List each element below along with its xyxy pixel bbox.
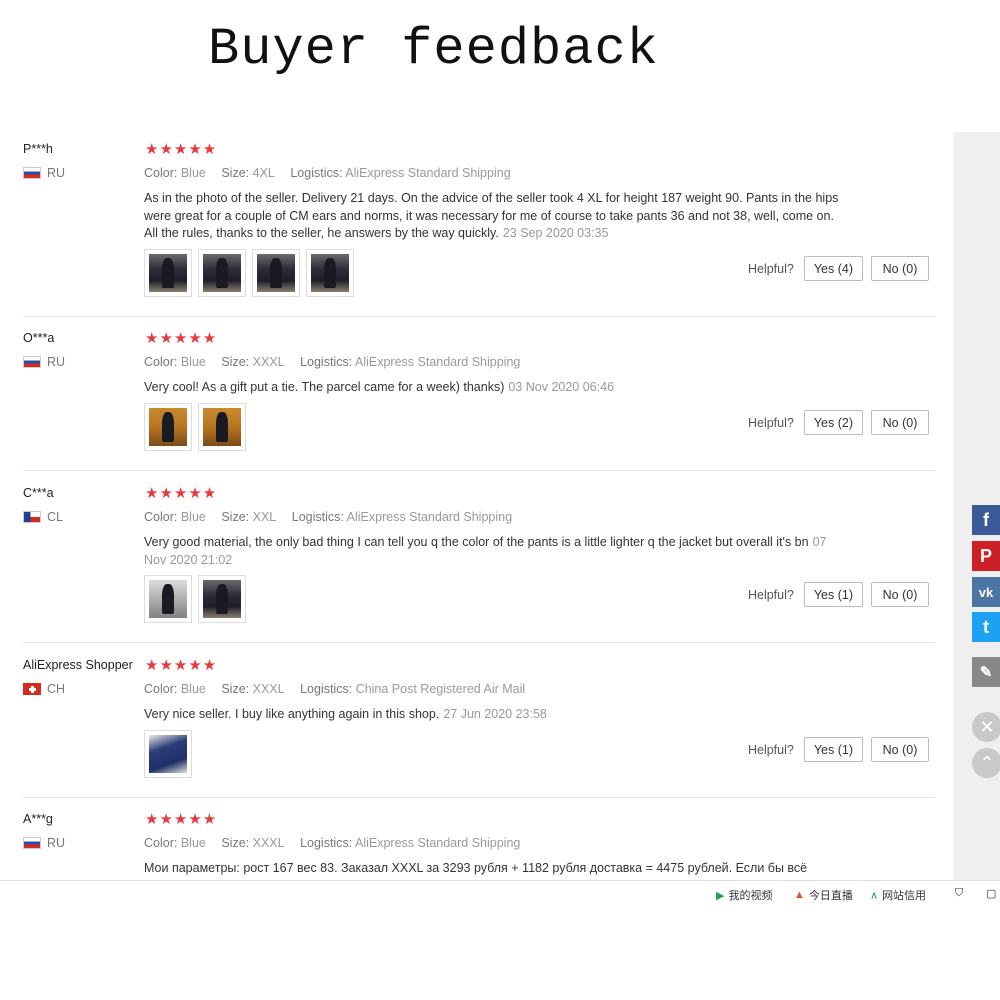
review-photos: [144, 403, 246, 451]
review-item: A***g RU ★★★★★ Color: Blue Size: XXXL Lo…: [0, 812, 935, 880]
review-item: O***a RU ★★★★★ Color: Blue Size: XXXL Lo…: [0, 331, 935, 471]
star-rating: ★★★★★: [145, 812, 218, 828]
shield-icon[interactable]: ⛉: [955, 887, 963, 900]
review-photo-thumbnail[interactable]: [144, 730, 192, 778]
helpful-yes-button[interactable]: Yes (2): [803, 410, 863, 435]
review-photo-thumbnail[interactable]: [306, 249, 354, 297]
reviewer-country: CL: [23, 510, 63, 524]
reviewer-country: RU: [23, 836, 65, 850]
helpful-no-button[interactable]: No (0): [871, 256, 929, 281]
review-text: Мои параметры: рост 167 вес 83. Заказал …: [144, 861, 808, 875]
reviewer-name: A***g: [23, 812, 53, 826]
review-photos: [144, 249, 354, 297]
edit-icon[interactable]: ✎: [972, 657, 1000, 687]
review-text: Very good material, the only bad thing I…: [144, 535, 827, 567]
credit-shortcut[interactable]: ∧ 网站信用: [870, 887, 926, 903]
divider: [23, 642, 935, 643]
divider: [23, 797, 935, 798]
review-date: 23 Sep 2020 03:35: [502, 226, 609, 240]
review-photo-thumbnail[interactable]: [198, 249, 246, 297]
credit-icon: ∧: [870, 889, 879, 902]
facebook-share-icon[interactable]: f: [972, 505, 1000, 535]
close-icon[interactable]: ✕: [972, 712, 1000, 742]
scroll-top-icon[interactable]: ⌃: [972, 748, 1000, 778]
pinterest-share-icon[interactable]: P: [972, 541, 1000, 571]
page-title: Buyer feedback: [208, 20, 659, 79]
order-attributes: Color: Blue Size: XXXL Logistics: China …: [144, 682, 526, 696]
review-text: Very nice seller. I buy like anything ag…: [144, 707, 547, 721]
star-rating: ★★★★★: [145, 657, 218, 674]
helpful-yes-button[interactable]: Yes (1): [803, 737, 863, 762]
flag-ru-icon: [23, 837, 41, 849]
divider: [23, 316, 935, 317]
helpful-yes-button[interactable]: Yes (1): [803, 582, 863, 607]
helpful-label: Helpful?: [747, 415, 794, 430]
order-attributes: Color: Blue Size: XXL Logistics: AliExpr…: [144, 510, 513, 524]
helpful-no-button[interactable]: No (0): [871, 737, 929, 762]
reviewer-country: RU: [23, 355, 65, 369]
star-rating: ★★★★★: [145, 330, 218, 347]
reviewer-country: RU: [23, 166, 65, 180]
helpful-label: Helpful?: [747, 742, 794, 757]
review-date: 27 Jun 2020 23:58: [443, 707, 547, 721]
review-item: AliExpress Shopper CH ★★★★★ Color: Blue …: [0, 658, 935, 798]
reviewer-name: O***a: [23, 331, 55, 345]
review-item: P***h RU ★★★★★ Color: Blue Size: 4XL Log…: [0, 142, 935, 317]
helpful-label: Helpful?: [747, 261, 794, 276]
review-photo-thumbnail[interactable]: [252, 249, 300, 297]
helpful-yes-button[interactable]: Yes (4): [803, 256, 863, 281]
review-photo-thumbnail[interactable]: [144, 403, 192, 451]
reviewer-name: AliExpress Shopper: [23, 658, 133, 672]
play-icon: ▶: [716, 889, 725, 902]
helpful-label: Helpful?: [747, 587, 794, 602]
order-attributes: Color: Blue Size: XXXL Logistics: AliExp…: [144, 836, 521, 850]
flag-ch-icon: [23, 683, 41, 695]
live-shortcut[interactable]: ▲ 今日直播: [794, 887, 853, 903]
review-item: C***a CL ★★★★★ Color: Blue Size: XXL Log…: [0, 486, 935, 643]
video-shortcut[interactable]: ▶ 我的视频: [716, 887, 772, 903]
window-icon[interactable]: ▢: [986, 887, 996, 900]
order-attributes: Color: Blue Size: XXXL Logistics: AliExp…: [144, 355, 521, 369]
flag-cl-icon: [23, 511, 41, 523]
helpful-vote: Helpful? Yes (1) No (0): [748, 737, 929, 762]
helpful-vote: Helpful? Yes (2) No (0): [748, 410, 929, 435]
reviewer-country: CH: [23, 682, 65, 696]
review-photo-thumbnail[interactable]: [144, 575, 192, 623]
review-photo-thumbnail[interactable]: [144, 249, 192, 297]
reviewer-name: P***h: [23, 142, 53, 156]
review-date: 03 Nov 2020 06:46: [508, 380, 615, 394]
helpful-vote: Helpful? Yes (4) No (0): [748, 256, 929, 281]
flag-ru-icon: [23, 356, 41, 368]
review-photo-thumbnail[interactable]: [198, 403, 246, 451]
star-rating: ★★★★★: [145, 485, 218, 502]
review-text: Very cool! As a gift put a tie. The parc…: [144, 380, 615, 394]
helpful-no-button[interactable]: No (0): [871, 582, 929, 607]
review-photos: [144, 730, 192, 778]
live-icon: ▲: [794, 889, 805, 901]
review-photo-thumbnail[interactable]: [198, 575, 246, 623]
review-text: As in the photo of the seller. Delivery …: [144, 191, 839, 240]
bottom-toolbar: ▶ 我的视频 ▲ 今日直播 ∧ 网站信用 ⛉ ▢: [0, 880, 1000, 904]
reviewer-name: C***a: [23, 486, 54, 500]
order-attributes: Color: Blue Size: 4XL Logistics: AliExpr…: [144, 166, 511, 180]
helpful-vote: Helpful? Yes (1) No (0): [748, 582, 929, 607]
divider: [23, 470, 935, 471]
vk-share-icon[interactable]: vk: [972, 577, 1000, 607]
flag-ru-icon: [23, 167, 41, 179]
helpful-no-button[interactable]: No (0): [871, 410, 929, 435]
twitter-share-icon[interactable]: t: [972, 612, 1000, 642]
star-rating: ★★★★★: [145, 141, 218, 158]
review-photos: [144, 575, 246, 623]
